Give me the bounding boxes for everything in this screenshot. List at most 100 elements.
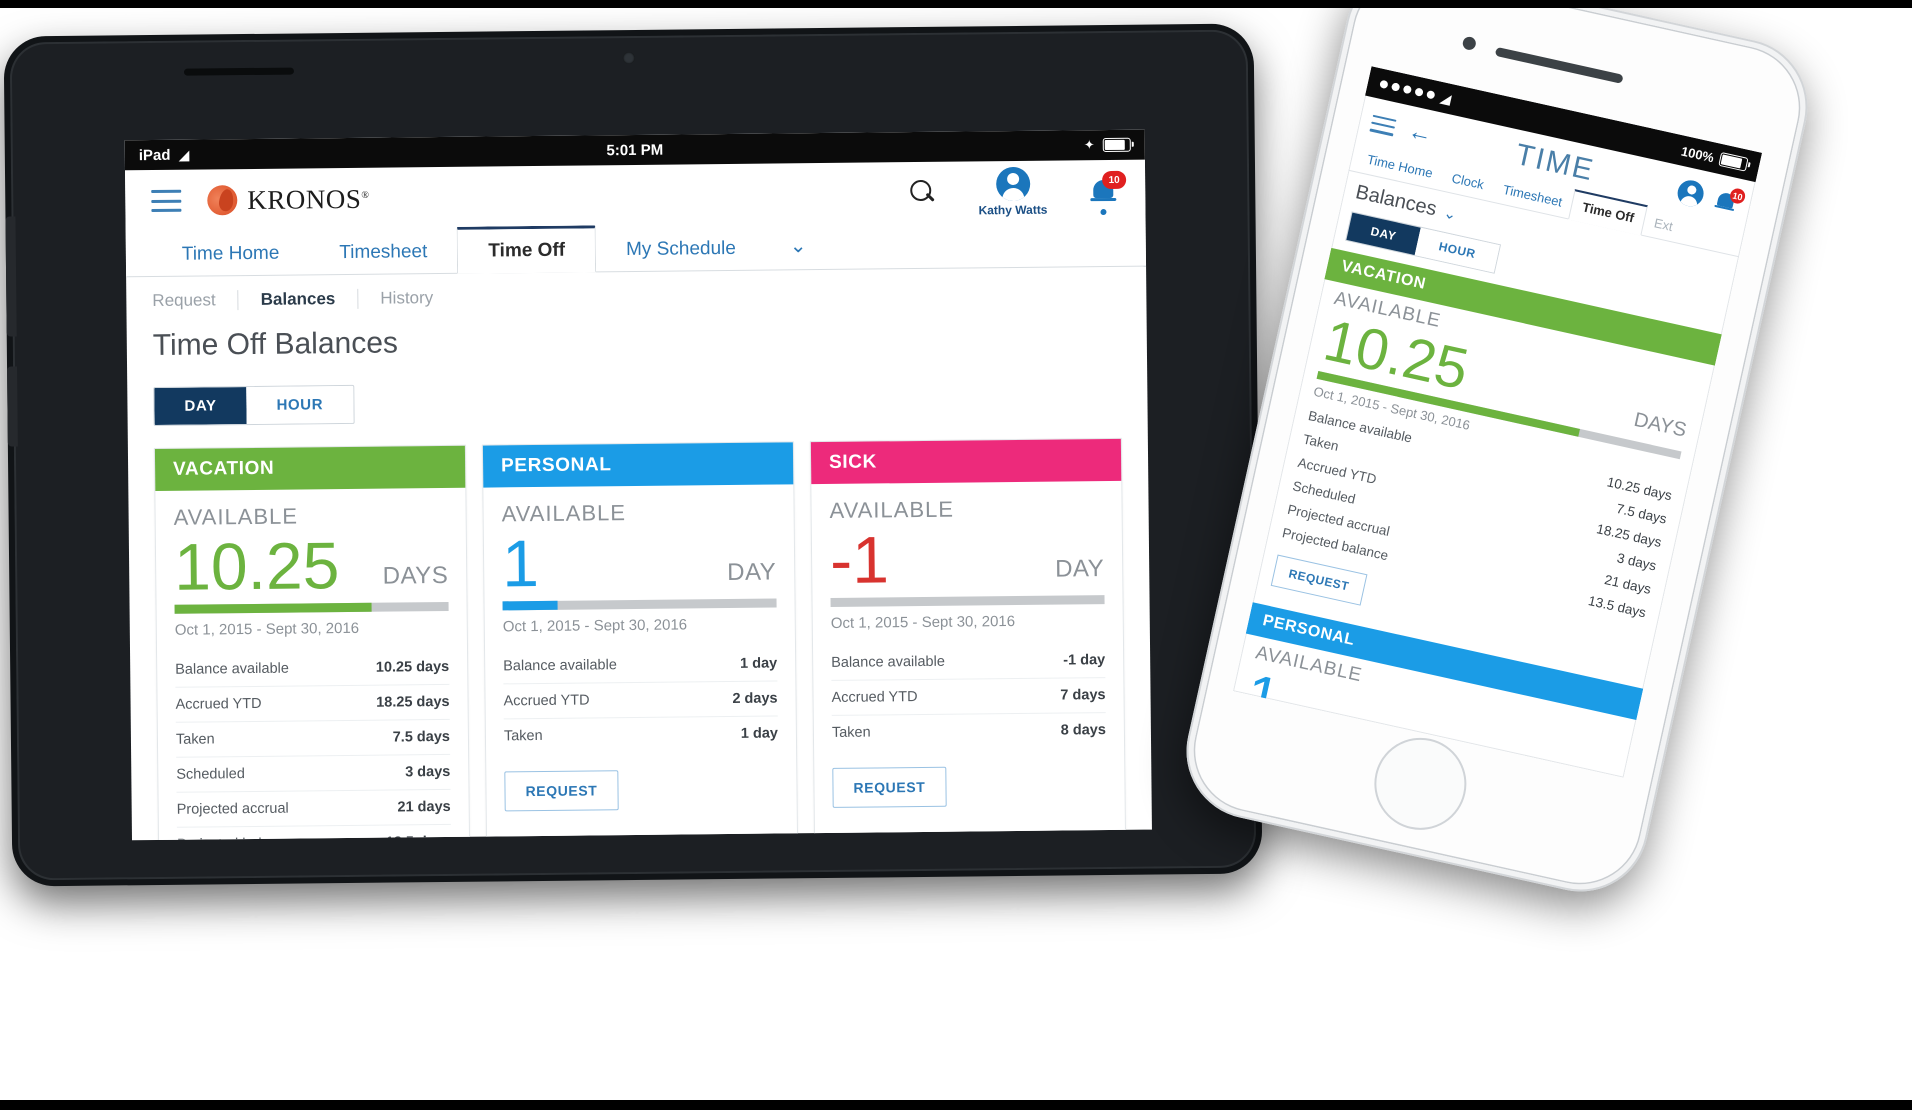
available-unit: DAYS [382, 561, 449, 590]
row-label: Taken [175, 731, 215, 748]
available-value: 1 [501, 525, 540, 601]
row-label: Taken [503, 727, 543, 745]
letterbox-top [0, 0, 1912, 8]
tab-time-home[interactable]: Time Home [152, 231, 310, 276]
detail-row: Accrued YTD 18.25 days [175, 684, 450, 723]
phone-screen: ◢ 100% ← TIME 10 Time Home Clock Timeshe… [1233, 66, 1763, 778]
tablet-camera-icon [622, 51, 635, 65]
brand-logo: KRONOS® [207, 183, 369, 216]
hamburger-menu-icon[interactable] [1369, 114, 1397, 137]
available-value: 10.25 [173, 528, 340, 604]
card-body-personal: AVAILABLE 1 DAY Oct 1, 2015 - Sept 30, 2… [483, 484, 797, 827]
tab-my-schedule[interactable]: My Schedule [596, 227, 766, 272]
available-value: -1 [829, 522, 890, 597]
row-label: Accrued YTD [503, 692, 590, 710]
row-value: 8 days [1060, 722, 1106, 739]
detail-row: Accrued YTD 7 days [831, 678, 1106, 716]
detail-row: Balance available 10.25 days [175, 649, 450, 688]
status-clock: 5:01 PM [606, 141, 664, 159]
request-button[interactable]: REQUEST [1270, 554, 1367, 606]
available-value-row: 10.25 DAYS [173, 528, 449, 604]
row-value: 7 days [1060, 687, 1106, 704]
row-value: -1 day [1063, 652, 1106, 669]
tablet-speaker [183, 67, 294, 76]
balance-card-vacation: VACATION AVAILABLE 10.25 DAYS Oct 1, 201… [153, 444, 472, 841]
tablet-screen: iPad ◢ 5:01 PM ✦ KRONOS® Kathy Watts 10 … [124, 129, 1152, 841]
row-value: 1 day [740, 655, 778, 672]
notifications-button[interactable]: 10 [1712, 186, 1747, 217]
available-label: AVAILABLE [173, 503, 299, 530]
status-right: ✦ [1084, 137, 1131, 153]
row-label: Scheduled [176, 766, 245, 783]
row-value: 2 days [732, 690, 778, 707]
notification-badge: 10 [1102, 170, 1127, 190]
phone-speaker [1494, 46, 1624, 84]
available-value-row: -1 DAY [829, 521, 1105, 597]
card-title-vacation: VACATION [154, 445, 466, 492]
brand-name: KRONOS® [247, 183, 370, 215]
row-value: 3 days [405, 763, 451, 781]
request-button[interactable]: REQUEST [504, 770, 619, 812]
search-icon[interactable] [910, 180, 936, 206]
tablet-side-button-2 [7, 366, 18, 447]
phone-home-button[interactable] [1365, 728, 1476, 839]
user-profile[interactable]: Kathy Watts [978, 166, 1048, 217]
detail-rows: Balance available 10.25 days Accrued YTD 1… [175, 649, 451, 840]
row-label: Projected balance [177, 836, 293, 841]
detail-rows: Balance available 1 day Accrued YTD 2 days… [503, 646, 778, 754]
subnav-balances[interactable]: Balances [239, 289, 358, 310]
signal-dots-icon [1379, 79, 1436, 100]
detail-row: Accrued YTD 2 days [503, 681, 778, 720]
row-label: Balance available [503, 657, 617, 675]
available-value: 1 [1239, 661, 1286, 733]
available-unit: DAY [1054, 555, 1105, 583]
row-value: 1 day [740, 725, 779, 742]
request-button[interactable]: REQUEST [832, 766, 947, 808]
user-avatar-icon[interactable] [995, 166, 1030, 202]
card-body-sick: AVAILABLE -1 DAY Oct 1, 2015 - Sept 30, … [811, 481, 1125, 824]
phone-header-actions: 10 [1675, 177, 1747, 217]
period-label: Oct 1, 2015 - Sept 30, 2016 [830, 613, 1016, 632]
available-label: AVAILABLE [501, 500, 627, 527]
hamburger-menu-icon[interactable] [151, 189, 182, 213]
subnav-request[interactable]: Request [152, 290, 238, 311]
phone-device: ◢ 100% ← TIME 10 Time Home Clock Timeshe… [1173, 0, 1821, 905]
period-label: Oct 1, 2015 - Sept 30, 2016 [174, 619, 360, 639]
period-label: Oct 1, 2015 - Sept 30, 2016 [502, 616, 688, 636]
detail-row: Taken 7.5 days [175, 719, 451, 758]
detail-row: Scheduled 3 days [176, 754, 451, 793]
chevron-down-icon[interactable]: ⌄ [790, 226, 807, 269]
back-arrow-icon[interactable]: ← [1406, 117, 1435, 149]
row-value: 18.25 days [376, 693, 450, 711]
available-unit: DAYS [1551, 763, 1609, 777]
row-label: Projected accrual [176, 800, 289, 818]
user-avatar-icon[interactable] [1675, 177, 1707, 209]
tab-timesheet[interactable]: Timesheet [309, 230, 457, 275]
card-body-vacation: AVAILABLE 10.25 DAYS Oct 1, 2015 - Sept … [155, 488, 470, 841]
row-value: 13.5 days [386, 834, 451, 840]
tab-time-off[interactable]: Time Off [457, 225, 597, 274]
subnav-history[interactable]: History [358, 288, 455, 309]
unit-toggle: DAY HOUR [153, 384, 355, 427]
page-title: Time Off Balances [152, 326, 399, 363]
toggle-hour[interactable]: HOUR [246, 385, 354, 425]
detail-row: Balance available 1 day [503, 646, 778, 685]
row-label: Accrued YTD [175, 695, 262, 713]
detail-row: Projected balance 13.5 days [177, 825, 451, 840]
detail-row: Taken 1 day [504, 716, 778, 753]
screenshot-stage: iPad ◢ 5:01 PM ✦ KRONOS® Kathy Watts 10 … [0, 0, 1912, 1110]
letterbox-bottom [0, 1100, 1912, 1110]
available-unit: DAY [727, 558, 777, 587]
app-header: KRONOS® Kathy Watts 10 [124, 159, 1146, 233]
row-value: 10.25 days [375, 658, 450, 676]
toggle-day[interactable]: DAY [154, 387, 247, 426]
bluetooth-icon: ✦ [1083, 137, 1095, 153]
balance-cards: VACATION AVAILABLE 10.25 DAYS Oct 1, 201… [128, 416, 1152, 841]
detail-rows: Balance available -1 day Accrued YTD 7 day… [831, 643, 1106, 750]
notifications-button[interactable]: 10 [1089, 170, 1127, 216]
card-title-sick: SICK [810, 438, 1122, 485]
chevron-down-icon[interactable]: ⌄ [1442, 203, 1458, 223]
header-actions: Kathy Watts 10 [910, 166, 1127, 218]
battery-percent: 100% [1679, 142, 1716, 165]
tablet-side-button [5, 216, 17, 337]
